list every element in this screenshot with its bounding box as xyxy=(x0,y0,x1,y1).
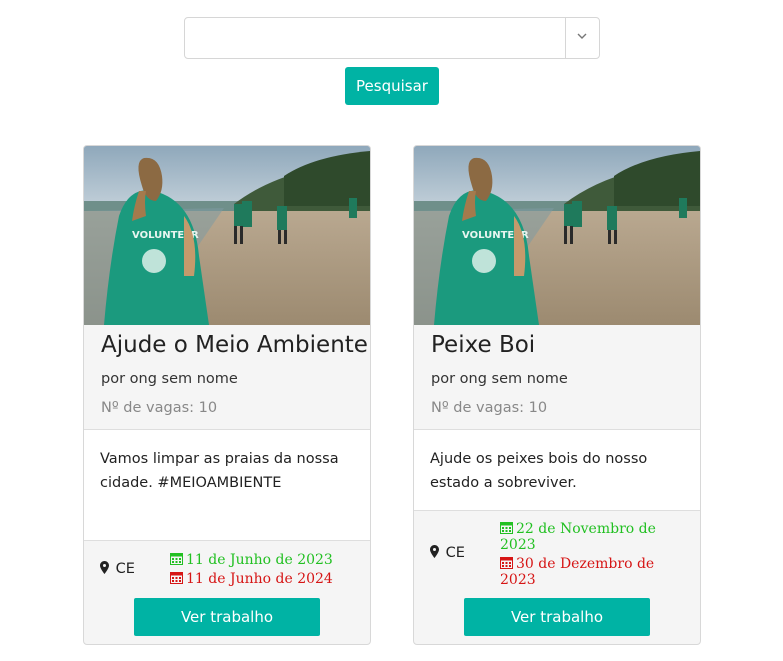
card-image: VOLUNTEER xyxy=(84,146,370,325)
card-location: CE xyxy=(100,561,135,577)
select-divider xyxy=(565,18,566,58)
card-organization: por ong sem nome xyxy=(101,371,238,387)
card-vacancies: Nº de vagas: 10 xyxy=(101,400,218,416)
view-work-button[interactable]: Ver trabalho xyxy=(464,598,650,636)
end-date-text: 30 de Dezembro de 2023 xyxy=(500,556,655,588)
card-description: Vamos limpar as praias da nossa cidade. … xyxy=(100,451,339,491)
card-vacancies: Nº de vagas: 10 xyxy=(431,400,548,416)
card-location: CE xyxy=(430,545,465,561)
calendar-icon xyxy=(170,571,183,584)
search-button[interactable]: Pesquisar xyxy=(345,67,439,105)
volunteer-card: VOLUNTEER Peixe Boi por ong sem nome Nº … xyxy=(413,145,701,645)
search-select[interactable] xyxy=(184,17,600,59)
view-work-button[interactable]: Ver trabalho xyxy=(134,598,320,636)
card-title: Peixe Boi xyxy=(431,332,536,358)
calendar-icon xyxy=(500,521,513,534)
map-marker-icon xyxy=(100,561,109,574)
select-box[interactable] xyxy=(184,17,600,59)
card-description: Ajude os peixes bois do nosso estado a s… xyxy=(430,451,648,491)
start-date: 11 de Junho de 2023 xyxy=(170,552,360,568)
start-date: 22 de Novembro de 2023 xyxy=(500,521,680,553)
card-body: Ajude os peixes bois do nosso estado a s… xyxy=(414,429,700,511)
location-text: CE xyxy=(445,545,465,561)
end-date: 30 de Dezembro de 2023 xyxy=(500,556,680,588)
card-title: Ajude o Meio Ambiente xyxy=(101,332,368,358)
volunteer-card: VOLUNTEER Ajude o Meio Ambiente por ong … xyxy=(83,145,371,645)
start-date-text: 11 de Junho de 2023 xyxy=(186,552,333,568)
card-organization: por ong sem nome xyxy=(431,371,568,387)
calendar-icon xyxy=(500,556,513,569)
chevron-down-icon[interactable] xyxy=(577,29,587,43)
card-image: VOLUNTEER xyxy=(414,146,700,325)
map-marker-icon xyxy=(430,545,439,558)
start-date-text: 22 de Novembro de 2023 xyxy=(500,521,656,553)
end-date: 11 de Junho de 2024 xyxy=(170,571,360,587)
location-text: CE xyxy=(115,561,135,577)
end-date-text: 11 de Junho de 2024 xyxy=(186,571,333,587)
calendar-icon xyxy=(170,552,183,565)
card-body: Vamos limpar as praias da nossa cidade. … xyxy=(84,429,370,541)
